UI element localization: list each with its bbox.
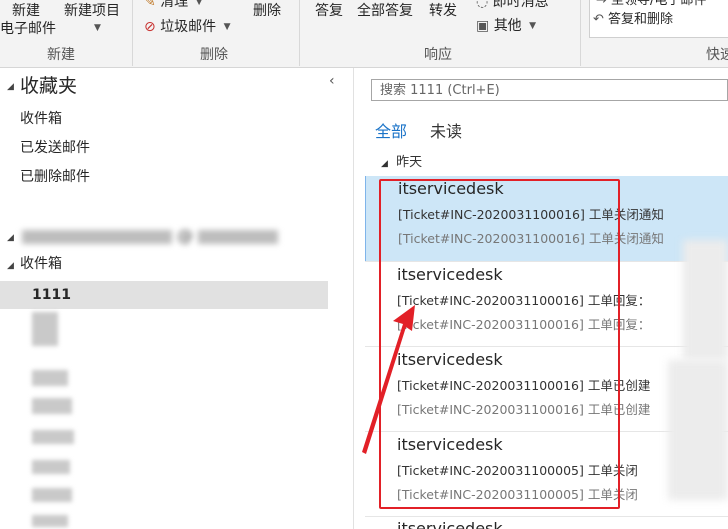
annotation-arrow bbox=[362, 305, 415, 454]
annotation-arrow-icon bbox=[362, 305, 415, 454]
